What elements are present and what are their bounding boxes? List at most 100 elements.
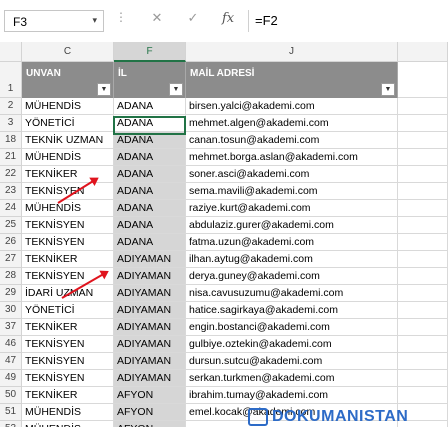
cell-unvan[interactable]: MÜHENDİS	[22, 200, 114, 217]
cell-il[interactable]: ADIYAMAN	[114, 319, 186, 336]
cell-unvan[interactable]: TEKNİSYEN	[22, 234, 114, 251]
cell-unvan[interactable]: TEKNİSYEN	[22, 217, 114, 234]
empty-cell[interactable]	[398, 370, 448, 387]
cell-il[interactable]: ADANA	[114, 234, 186, 251]
cell-mail[interactable]: fatma.uzun@akademi.com	[186, 234, 398, 251]
chevron-down-icon[interactable]: ▾	[92, 15, 97, 26]
cell-il[interactable]: ADANA	[114, 183, 186, 200]
cell-unvan[interactable]: MÜHENDİS	[22, 404, 114, 421]
column-header-j[interactable]: J	[186, 42, 398, 62]
name-box[interactable]: F3 ▾	[4, 10, 104, 32]
empty-cell[interactable]	[398, 183, 448, 200]
row-number[interactable]: 46	[0, 336, 22, 353]
cell-il[interactable]: AFYON	[114, 421, 186, 427]
cell-mail[interactable]: gulbiye.oztekin@akademi.com	[186, 336, 398, 353]
empty-cell[interactable]	[398, 387, 448, 404]
cell-mail[interactable]: nisa.cavusuzumu@akademi.com	[186, 285, 398, 302]
cell-unvan[interactable]: TEKNİSYEN	[22, 370, 114, 387]
cell-mail[interactable]: raziye.kurt@akademi.com	[186, 200, 398, 217]
empty-cell[interactable]	[398, 234, 448, 251]
cell-unvan[interactable]: TEKNİKER	[22, 251, 114, 268]
cell-mail[interactable]: hatice.sagirkaya@akademi.com	[186, 302, 398, 319]
empty-cell[interactable]	[398, 251, 448, 268]
empty-cell[interactable]	[398, 200, 448, 217]
cell-il[interactable]: ADANA	[114, 166, 186, 183]
row-number[interactable]: 18	[0, 132, 22, 149]
row-number[interactable]: 1	[0, 62, 22, 98]
cell-unvan[interactable]: TEKNİKER	[22, 319, 114, 336]
row-number[interactable]: 37	[0, 319, 22, 336]
empty-cell[interactable]	[398, 217, 448, 234]
cell-il[interactable]: AFYON	[114, 387, 186, 404]
cell-il[interactable]: ADIYAMAN	[114, 251, 186, 268]
formula-input[interactable]: =F2	[248, 10, 448, 32]
row-number[interactable]: 24	[0, 200, 22, 217]
cell-mail[interactable]: soner.asci@akademi.com	[186, 166, 398, 183]
empty-cell[interactable]	[398, 98, 448, 115]
cell-mail[interactable]: dursun.sutcu@akademi.com	[186, 353, 398, 370]
row-number[interactable]: 22	[0, 166, 22, 183]
row-number[interactable]: 50	[0, 387, 22, 404]
select-all-corner[interactable]	[0, 42, 22, 62]
drag-handle-icon[interactable]: ⋮	[115, 10, 128, 24]
row-number[interactable]: 25	[0, 217, 22, 234]
filter-dropdown-icon[interactable]: ▼	[169, 83, 183, 96]
cell-il[interactable]: ADIYAMAN	[114, 336, 186, 353]
cell-il[interactable]: ADANA	[114, 149, 186, 166]
row-number[interactable]: 26	[0, 234, 22, 251]
cell-unvan[interactable]: YÖNETİCİ	[22, 302, 114, 319]
empty-cell[interactable]	[398, 166, 448, 183]
cell-il[interactable]: ADIYAMAN	[114, 268, 186, 285]
row-number[interactable]: 47	[0, 353, 22, 370]
cell-mail[interactable]: engin.bostanci@akademi.com	[186, 319, 398, 336]
cell-mail[interactable]: sema.mavili@akademi.com	[186, 183, 398, 200]
cell-il[interactable]: ADIYAMAN	[114, 353, 186, 370]
column-header-f[interactable]: F	[114, 42, 186, 62]
empty-cell[interactable]	[398, 268, 448, 285]
column-header-blank[interactable]	[398, 42, 448, 62]
cell-il[interactable]: ADIYAMAN	[114, 285, 186, 302]
empty-cell[interactable]	[398, 353, 448, 370]
cancel-icon[interactable]: ✕	[148, 10, 166, 30]
empty-cell[interactable]	[398, 115, 448, 132]
cell-unvan[interactable]: TEKNİK UZMAN	[22, 132, 114, 149]
filter-dropdown-icon[interactable]: ▼	[381, 83, 395, 96]
filter-dropdown-icon[interactable]: ▼	[97, 83, 111, 96]
cell-il[interactable]: ADANA	[114, 132, 186, 149]
cell-il[interactable]: ADIYAMAN	[114, 370, 186, 387]
cell-unvan[interactable]: MÜHENDİS	[22, 98, 114, 115]
cell-unvan[interactable]: TEKNİSYEN	[22, 353, 114, 370]
row-number[interactable]: 28	[0, 268, 22, 285]
cell-unvan[interactable]: YÖNETİCİ	[22, 115, 114, 132]
cell-mail[interactable]: abdulaziz.gurer@akademi.com	[186, 217, 398, 234]
cell-unvan[interactable]: MÜHENDİS	[22, 421, 114, 427]
empty-cell[interactable]	[398, 302, 448, 319]
cell-mail[interactable]: derya.guney@akademi.com	[186, 268, 398, 285]
cell-mail[interactable]: canan.tosun@akademi.com	[186, 132, 398, 149]
cell-mail[interactable]: serkan.turkmen@akademi.com	[186, 370, 398, 387]
row-number[interactable]: 21	[0, 149, 22, 166]
cell-unvan[interactable]: MÜHENDİS	[22, 149, 114, 166]
empty-cell[interactable]	[398, 319, 448, 336]
empty-cell[interactable]	[398, 62, 448, 98]
row-number[interactable]: 23	[0, 183, 22, 200]
row-number[interactable]: 30	[0, 302, 22, 319]
cell-mail[interactable]: ibrahim.tumay@akademi.com	[186, 387, 398, 404]
empty-cell[interactable]	[398, 285, 448, 302]
cell-il[interactable]: ADANA	[114, 200, 186, 217]
cell-il[interactable]: AFYON	[114, 404, 186, 421]
cell-il[interactable]: ADANA	[114, 98, 186, 115]
column-header-c[interactable]: C	[22, 42, 114, 62]
row-number[interactable]: 49	[0, 370, 22, 387]
row-number[interactable]: 2	[0, 98, 22, 115]
row-number[interactable]: 29	[0, 285, 22, 302]
row-number[interactable]: 51	[0, 404, 22, 421]
cell-mail[interactable]: ilhan.aytug@akademi.com	[186, 251, 398, 268]
cell-il[interactable]: ADANA	[114, 217, 186, 234]
cell-mail[interactable]: mehmet.algen@akademi.com	[186, 115, 398, 132]
cell-unvan[interactable]: TEKNİKER	[22, 387, 114, 404]
cell-mail[interactable]: mehmet.borga.aslan@akademi.com	[186, 149, 398, 166]
empty-cell[interactable]	[398, 336, 448, 353]
cell-mail[interactable]: birsen.yalci@akademi.com	[186, 98, 398, 115]
enter-icon[interactable]: ✓	[184, 10, 202, 30]
